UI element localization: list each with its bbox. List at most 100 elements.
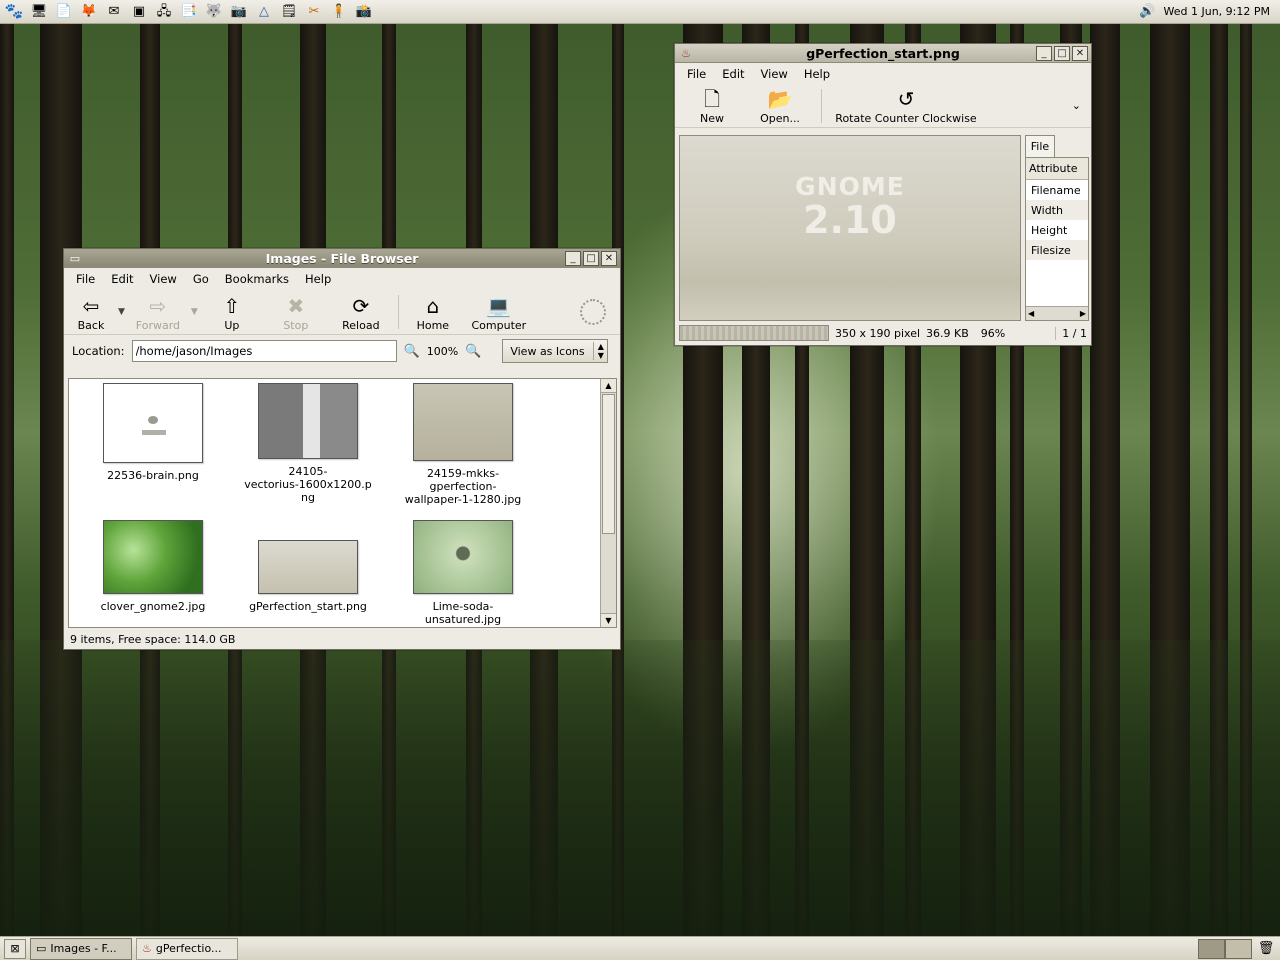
up-button[interactable]: ⇧ Up [202, 295, 262, 332]
reload-button[interactable]: ⟳ Reload [330, 295, 392, 332]
attribute-list[interactable]: Attribute Filename Width Height Filesize… [1025, 157, 1089, 321]
new-button[interactable]: 🗋 New [679, 88, 745, 125]
folder-icon: ▭ [36, 942, 47, 955]
documents-launcher-icon[interactable]: 📑 [178, 2, 200, 22]
open-button[interactable]: 📂 Open... [745, 88, 815, 125]
firefox-launcher-icon[interactable]: 🦊 [78, 2, 100, 22]
network-launcher-icon[interactable]: 🖧 [153, 2, 175, 22]
image-gnome-word: GNOME [795, 172, 905, 201]
file-browser-titlebar[interactable]: ▭ Images - File Browser _ □ ✕ [64, 249, 620, 268]
menu-bookmarks[interactable]: Bookmarks [219, 270, 295, 288]
new-document-icon: 🗋 [703, 87, 721, 111]
top-panel: 🐾 🖥 📄 🦊 ✉ ▣ 🖧 📑 🐺 📷 △ 🗒 ✂ 🧍 📸 🔊 Wed 1 Ju… [0, 0, 1280, 24]
gimp-launcher-icon[interactable]: 🐺 [203, 2, 225, 22]
file-browser-title: Images - File Browser [265, 250, 419, 266]
forward-history-dropdown[interactable]: ▼ [191, 307, 198, 317]
computer-icon: 💻 [486, 294, 512, 318]
attribute-row[interactable]: Filename [1026, 180, 1088, 200]
person-launcher-icon[interactable]: 🧍 [328, 2, 350, 22]
zoom-level[interactable]: 100% [427, 345, 458, 358]
close-button[interactable]: ✕ [601, 250, 617, 266]
home-button[interactable]: ⌂ Home [405, 295, 461, 332]
minimize-button[interactable]: _ [1036, 45, 1052, 61]
progress-bar [679, 325, 829, 341]
computer-launcher-icon[interactable]: 🖥 [28, 2, 50, 22]
file-item[interactable]: gPerfection_start.png [238, 540, 378, 613]
computer-button[interactable]: 💻 Computer [461, 295, 537, 332]
open-folder-icon: 📂 [767, 87, 793, 111]
maximize-button[interactable]: □ [1054, 45, 1070, 61]
scroll-right-icon[interactable]: ▶ [1080, 309, 1086, 318]
terminal-launcher-icon[interactable]: ▣ [128, 2, 150, 22]
maximize-button[interactable]: □ [583, 250, 599, 266]
location-input[interactable] [131, 340, 397, 362]
file-thumbnail [413, 520, 513, 594]
menu-go[interactable]: Go [187, 270, 215, 288]
back-history-dropdown[interactable]: ▼ [118, 307, 125, 317]
workspace-2[interactable] [1225, 938, 1252, 959]
tab-file[interactable]: File [1025, 135, 1055, 157]
clock[interactable]: Wed 1 Jun, 9:12 PM [1164, 5, 1270, 18]
trash-icon[interactable]: 🗑 [1256, 939, 1276, 959]
close-button[interactable]: ✕ [1072, 45, 1088, 61]
back-button[interactable]: ⇦ Back [68, 295, 114, 332]
vertical-scrollbar[interactable]: ▲ ▼ [600, 379, 616, 627]
attribute-row[interactable]: Width [1026, 200, 1088, 220]
image-display[interactable]: GNOME 2.10 [679, 135, 1021, 321]
file-item[interactable]: 24105- vectorius-1600x1200.p ng [238, 383, 378, 504]
rotate-ccw-button[interactable]: ↺ Rotate Counter Clockwise [828, 88, 984, 125]
image-viewer-menubar: File Edit View Help [675, 63, 1091, 84]
camera-launcher-icon[interactable]: 📷 [228, 2, 250, 22]
menu-file[interactable]: File [70, 270, 101, 288]
scroll-left-icon[interactable]: ◀ [1028, 309, 1034, 318]
file-item[interactable]: Lime-soda- unsatured.jpg [393, 520, 533, 626]
toolbar-overflow-chevron-icon[interactable]: ⌄ [1072, 99, 1081, 112]
menu-edit[interactable]: Edit [716, 65, 750, 83]
folder-icon: ▭ [69, 251, 81, 265]
forward-button[interactable]: ⇨ Forward [129, 295, 187, 332]
mail-launcher-icon[interactable]: ✉ [103, 2, 125, 22]
gnome-menu-foot-icon[interactable]: 🐾 [3, 2, 25, 22]
menu-file[interactable]: File [681, 65, 712, 83]
viewer-app-icon: ♨ [681, 46, 691, 60]
view-as-select[interactable]: View as Icons ▲ ▼ [502, 339, 609, 363]
scroll-down-icon[interactable]: ▼ [601, 613, 616, 627]
menu-help[interactable]: Help [299, 270, 337, 288]
tools-launcher-icon[interactable]: ✂ [303, 2, 325, 22]
webcam-launcher-icon[interactable]: 📸 [353, 2, 375, 22]
launch-launcher-icon[interactable]: △ [253, 2, 275, 22]
stop-button[interactable]: ✖ Stop [262, 295, 330, 332]
zoom-out-icon[interactable]: 🔍 [404, 344, 420, 359]
menu-view[interactable]: View [755, 65, 794, 83]
back-arrow-icon: ⇦ [82, 294, 100, 318]
file-thumbnail [258, 540, 358, 594]
taskbar-item-file-browser[interactable]: ▭ Images - F... [30, 937, 132, 960]
file-item[interactable]: clover_gnome2.jpg [83, 520, 223, 613]
attribute-side-panel: File Attribute Filename Width Height Fil… [1025, 135, 1089, 321]
file-item[interactable]: 22536-brain.png [83, 383, 223, 482]
file-thumbnail [413, 383, 513, 461]
file-item[interactable]: 24159-mkks- gperfection- wallpaper-1-128… [393, 383, 533, 506]
attribute-column-header[interactable]: Attribute [1026, 158, 1088, 180]
minimize-button[interactable]: _ [565, 250, 581, 266]
attribute-row[interactable]: Filesize [1026, 240, 1088, 260]
attribute-row[interactable]: Height [1026, 220, 1088, 240]
image-viewer-title: gPerfection_start.png [806, 45, 960, 61]
menu-help[interactable]: Help [798, 65, 836, 83]
scroll-up-icon[interactable]: ▲ [601, 379, 616, 393]
workspace-1[interactable] [1198, 938, 1225, 959]
image-viewer-titlebar[interactable]: ♨ gPerfection_start.png _ □ ✕ [675, 44, 1091, 63]
icon-view[interactable]: 22536-brain.png 24105- vectorius-1600x12… [68, 378, 617, 628]
taskbar-item-image-viewer[interactable]: ♨ gPerfectio... [136, 937, 238, 960]
volume-icon[interactable]: 🔊 [1139, 4, 1155, 19]
scrollbar-thumb[interactable] [602, 394, 615, 534]
menu-edit[interactable]: Edit [105, 270, 139, 288]
horizontal-scrollbar[interactable]: ◀ ▶ [1026, 306, 1088, 320]
text-editor-launcher-icon[interactable]: 📄 [53, 2, 75, 22]
location-bar: Location: 🔍 100% 🔍 View as Icons ▲▼ [64, 335, 620, 367]
notepad-launcher-icon[interactable]: 🗒 [278, 2, 300, 22]
zoom-in-icon[interactable]: 🔍 [465, 344, 481, 359]
image-viewer-statusbar: 350 x 190 pixel 36.9 KB 96% 1 / 1 [679, 324, 1087, 342]
show-desktop-icon[interactable]: ⊠ [4, 938, 26, 959]
menu-view[interactable]: View [144, 270, 183, 288]
